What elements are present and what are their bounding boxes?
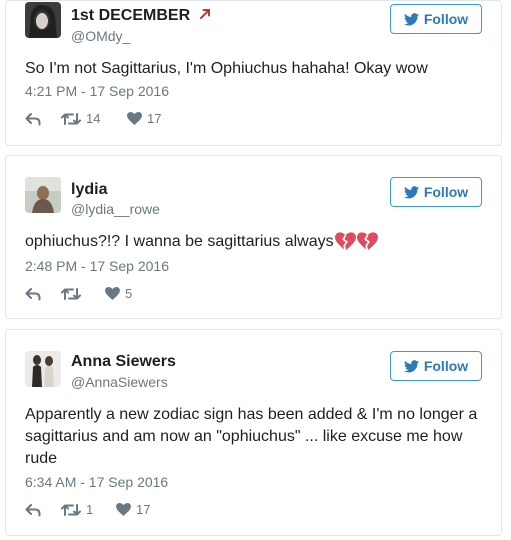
- broken-heart-icon: [334, 232, 356, 252]
- retweet-icon: [61, 503, 81, 516]
- display-name[interactable]: 1st DECEMBER: [71, 7, 212, 25]
- heart-icon: [127, 112, 142, 125]
- retweet-button[interactable]: 14: [61, 111, 127, 126]
- retweet-icon: [61, 287, 81, 300]
- follow-label: Follow: [423, 358, 469, 374]
- retweet-count: 1: [86, 502, 94, 517]
- display-name[interactable]: Anna Siewers: [71, 353, 176, 371]
- like-count: 17: [136, 502, 151, 517]
- username[interactable]: @AnnaSiewers: [71, 374, 168, 390]
- avatar[interactable]: [25, 177, 61, 213]
- timestamp[interactable]: 4:21 PM - 17 Sep 2016: [25, 83, 169, 99]
- bird-icon: [403, 185, 419, 198]
- tweet-text: So I'm not Sagittarius, I'm Ophiuchus ha…: [25, 60, 428, 77]
- reply-button[interactable]: [25, 287, 61, 301]
- tweet-text: ophiuchus?!? I wanna be sagittarius alwa…: [25, 231, 485, 253]
- heart-icon: [105, 287, 120, 300]
- bird-icon: [403, 359, 419, 372]
- timestamp[interactable]: 6:34 AM - 17 Sep 2016: [25, 474, 168, 490]
- tweet-text: Apparently a new zodiac sign has been ad…: [25, 406, 478, 467]
- like-count: 17: [147, 111, 162, 126]
- retweet-count: 14: [86, 111, 101, 126]
- display-name[interactable]: lydia: [71, 181, 107, 199]
- retweet-button[interactable]: 1: [61, 502, 116, 517]
- username[interactable]: @lydia__rowe: [71, 201, 160, 217]
- reply-button[interactable]: [25, 112, 61, 126]
- follow-button[interactable]: Follow: [390, 351, 482, 381]
- like-button[interactable]: 17: [127, 111, 161, 126]
- tweet-text-content: ophiuchus?!? I wanna be sagittarius alwa…: [25, 233, 334, 250]
- bird-icon: [403, 12, 419, 25]
- reply-icon: [25, 287, 41, 300]
- retweet-icon: [61, 112, 81, 125]
- like-button[interactable]: 17: [116, 502, 150, 517]
- broken-heart-icon: [356, 232, 378, 252]
- tweet-actions: 14 17: [25, 111, 161, 126]
- follow-label: Follow: [423, 184, 469, 200]
- follow-button[interactable]: Follow: [390, 4, 482, 34]
- tweet-card: 1st DECEMBER @OMdy_ Follow So I'm not Sa…: [5, 0, 502, 146]
- reply-icon: [25, 112, 41, 125]
- username[interactable]: @OMdy_: [71, 28, 130, 44]
- tweet-actions: 1 17: [25, 502, 150, 517]
- red-arrow-icon: [199, 9, 210, 19]
- heart-icon: [116, 503, 131, 516]
- like-count: 5: [125, 286, 133, 301]
- follow-label: Follow: [423, 11, 469, 27]
- tweet-card: Anna Siewers @AnnaSiewers Follow Apparen…: [5, 329, 502, 536]
- tweet-card: lydia @lydia__rowe Follow ophiuchus?!? I…: [5, 155, 502, 319]
- avatar[interactable]: [25, 351, 61, 387]
- avatar[interactable]: [25, 2, 61, 38]
- like-button[interactable]: 5: [105, 286, 132, 301]
- reply-icon: [25, 503, 41, 516]
- reply-button[interactable]: [25, 503, 61, 517]
- follow-button[interactable]: Follow: [390, 177, 482, 207]
- retweet-button[interactable]: [61, 287, 105, 301]
- tweet-actions: 5: [25, 286, 132, 301]
- timestamp[interactable]: 2:48 PM - 17 Sep 2016: [25, 258, 169, 274]
